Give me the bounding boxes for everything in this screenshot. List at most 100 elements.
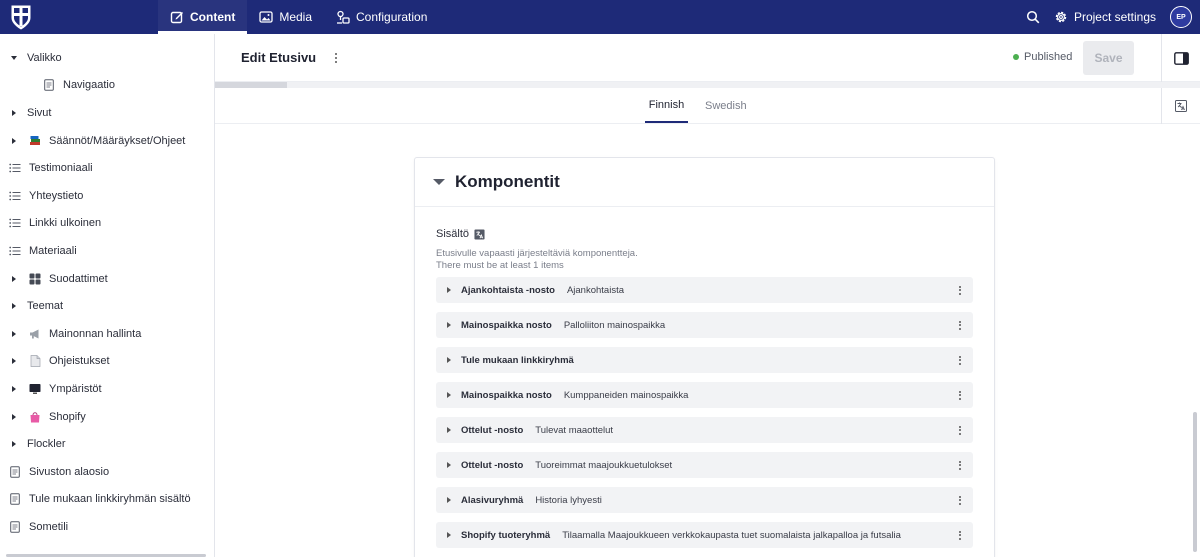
collapse-caret-icon[interactable]	[7, 413, 21, 420]
gear-icon	[1055, 11, 1067, 23]
collapse-caret-icon[interactable]	[7, 358, 21, 365]
top-bar: Content Media Configuration Project sett…	[0, 0, 1200, 34]
list-icon	[7, 244, 23, 258]
nav-content-label: Content	[190, 10, 236, 24]
expand-caret-icon[interactable]	[447, 357, 451, 363]
sidebar-item[interactable]: Teemat	[0, 292, 214, 320]
collapse-caret-icon[interactable]	[7, 385, 21, 392]
sidebar-item-label: Testimoniaali	[29, 162, 93, 175]
collapse-caret-icon[interactable]	[7, 109, 21, 116]
component-type: Tule mukaan linkkiryhmä	[461, 354, 574, 366]
row-menu-icon[interactable]	[957, 424, 963, 436]
sidebar-item[interactable]: Shopify	[0, 403, 214, 431]
sidebar-item[interactable]: Suodattimet	[0, 265, 214, 293]
expand-caret-icon[interactable]	[447, 462, 451, 468]
nav-media[interactable]: Media	[247, 0, 324, 34]
component-row[interactable]: Ottelut -nosto Tulevat maaottelut	[436, 417, 973, 443]
sidebar-item-label: Ympäristöt	[49, 382, 102, 395]
content-tree-sidebar: Valikko Navigaatio Sivut Säännöt/Määräykset…	[0, 34, 215, 557]
expand-caret-icon[interactable]	[447, 322, 451, 328]
component-title: Historia lyhyesti	[535, 494, 602, 506]
search-icon[interactable]	[1026, 10, 1040, 24]
row-menu-icon[interactable]	[957, 494, 963, 506]
sidebar-item[interactable]: Sometili	[0, 513, 214, 541]
nav-configuration-label: Configuration	[356, 10, 428, 24]
language-tabs: Finnish Swedish	[215, 88, 1200, 124]
list-icon	[7, 216, 23, 230]
sidebar-item[interactable]: Testimoniaali	[0, 154, 214, 182]
expand-caret-icon[interactable]	[7, 55, 21, 60]
project-settings-button[interactable]: Project settings	[1054, 10, 1156, 24]
sidebar-item[interactable]: Materiaali	[0, 237, 214, 265]
page-emoji-icon	[27, 354, 43, 368]
sidebar-item[interactable]: Valikko	[0, 44, 214, 72]
translate-panel-toggle[interactable]	[1161, 88, 1200, 124]
component-title: Tuoreimmat maajoukkuetulokset	[535, 459, 673, 471]
collapse-caret-icon[interactable]	[7, 137, 21, 144]
component-type: Ajankohtaista -nosto	[461, 284, 555, 296]
component-row[interactable]: Mainospaikka nosto Kumppaneiden mainospai…	[436, 382, 973, 408]
main-scrollbar[interactable]	[1193, 412, 1197, 552]
brand-logo-icon[interactable]	[10, 4, 32, 30]
translate-icon	[474, 228, 485, 240]
row-menu-icon[interactable]	[957, 389, 963, 401]
component-type: Ottelut -nosto	[461, 424, 524, 436]
collapse-caret-icon[interactable]	[7, 275, 21, 282]
edit-icon	[170, 11, 183, 24]
component-title: Tilaamalla Maajoukkueen verkkokaupasta t…	[562, 529, 901, 541]
sidebar-item[interactable]: Linkki ulkoinen	[0, 210, 214, 238]
document-icon	[7, 465, 23, 479]
sidebar-item[interactable]: Mainonnan hallinta	[0, 320, 214, 348]
row-menu-icon[interactable]	[957, 529, 963, 541]
component-row[interactable]: Shopify tuoteryhmä Tilaamalla Maajoukkuee…	[436, 522, 973, 548]
avatar[interactable]: EP	[1170, 6, 1192, 28]
sidebar-item[interactable]: Sivuston alaosio	[0, 458, 214, 486]
sidebar-item[interactable]: Navigaatio	[0, 72, 214, 100]
collapse-caret-icon[interactable]	[7, 303, 21, 310]
collapse-triangle-icon[interactable]	[433, 179, 445, 185]
tab-swedish[interactable]: Swedish	[705, 88, 747, 123]
sidebar-item[interactable]: Tule mukaan linkkiryhmän sisältö	[0, 486, 214, 514]
field-label-text: Sisältö	[436, 228, 470, 240]
more-options-icon[interactable]	[331, 51, 341, 65]
tab-finnish[interactable]: Finnish	[645, 88, 688, 123]
expand-caret-icon[interactable]	[447, 532, 451, 538]
field-description: Etusivulle vapaasti järjesteltäviä kompo…	[436, 248, 638, 272]
row-menu-icon[interactable]	[957, 284, 963, 296]
sidebar-item-label: Linkki ulkoinen	[29, 217, 102, 230]
nav-configuration[interactable]: Configuration	[324, 0, 439, 34]
expand-caret-icon[interactable]	[447, 392, 451, 398]
expand-caret-icon[interactable]	[447, 497, 451, 503]
component-row[interactable]: Alasivuryhmä Historia lyhyesti	[436, 487, 973, 513]
sidebar-item-label: Sometili	[29, 520, 69, 533]
component-row[interactable]: Mainospaikka nosto Palloliiton mainospaik…	[436, 312, 973, 338]
components-card-header[interactable]: Komponentit	[415, 158, 994, 207]
monitor-emoji-icon	[27, 382, 43, 396]
expand-caret-icon[interactable]	[447, 427, 451, 433]
expand-caret-icon[interactable]	[447, 287, 451, 293]
sidebar-item-label: Yhteystieto	[29, 189, 84, 202]
collapse-caret-icon[interactable]	[7, 330, 21, 337]
component-row[interactable]: Ajankohtaista -nosto Ajankohtaista	[436, 277, 973, 303]
list-icon	[7, 161, 23, 175]
component-row[interactable]: Tule mukaan linkkiryhmä	[436, 347, 973, 373]
field-label: Sisältö	[436, 228, 485, 240]
sidebar-item[interactable]: Flockler	[0, 430, 214, 458]
save-button[interactable]: Save	[1083, 41, 1134, 75]
component-title: Ajankohtaista	[566, 284, 624, 296]
nav-content[interactable]: Content	[158, 0, 248, 34]
sidebar-item[interactable]: Ympäristöt	[0, 375, 214, 403]
sidebar-panel-toggle[interactable]	[1161, 34, 1200, 82]
editor-header: Edit Etusivu Published Save	[215, 34, 1200, 82]
sidebar-item[interactable]: Sivut	[0, 99, 214, 127]
row-menu-icon[interactable]	[957, 319, 963, 331]
component-type: Ottelut -nosto	[461, 459, 524, 471]
sidebar-item[interactable]: Säännöt/Määräykset/Ohjeet	[0, 127, 214, 155]
sidebar-item[interactable]: Ohjeistukset	[0, 348, 214, 376]
main-nav: Content Media Configuration	[158, 0, 439, 34]
collapse-caret-icon[interactable]	[7, 441, 21, 448]
component-row[interactable]: Ottelut -nosto Tuoreimmat maajoukkuetulok…	[436, 452, 973, 478]
row-menu-icon[interactable]	[957, 354, 963, 366]
row-menu-icon[interactable]	[957, 459, 963, 471]
sidebar-item[interactable]: Yhteystieto	[0, 182, 214, 210]
